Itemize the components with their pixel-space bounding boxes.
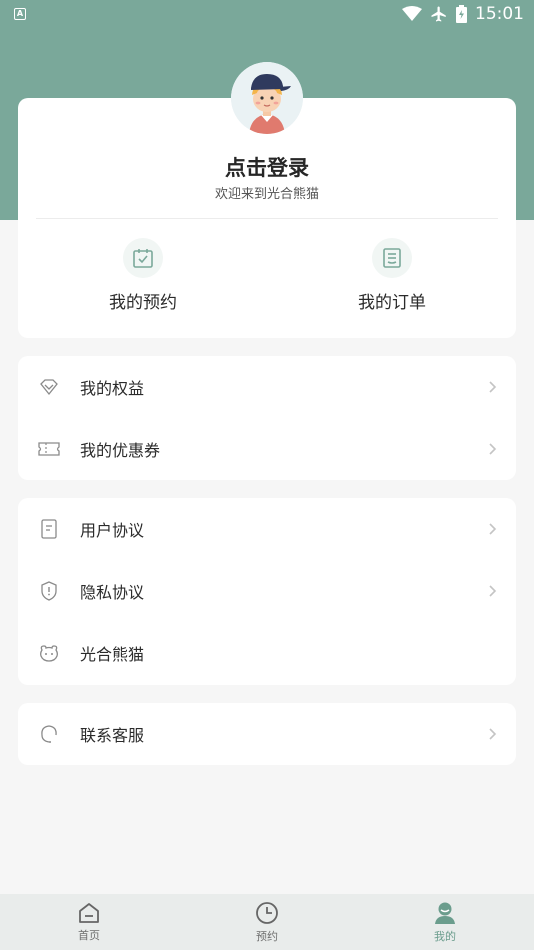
- bottom-nav: 首页 预约 我的: [0, 894, 534, 950]
- tab-appointments[interactable]: 预约: [178, 894, 356, 950]
- diamond-icon: [38, 376, 60, 398]
- menu-item-benefits[interactable]: 我的权益: [18, 356, 516, 418]
- home-icon: [79, 902, 99, 923]
- profile-card: 点击登录 欢迎来到光合熊猫 我的预约 我的订单: [18, 98, 516, 338]
- menu-label-coupons: 我的优惠券: [80, 441, 161, 460]
- my-orders-label: 我的订单: [358, 293, 426, 313]
- airplane-icon: [431, 6, 446, 22]
- agreements-group: 用户协议 隐私协议 光合熊猫: [18, 498, 516, 685]
- menu-item-user-agreement[interactable]: 用户协议: [18, 498, 516, 560]
- tab-home[interactable]: 首页: [0, 894, 178, 950]
- menu-item-about[interactable]: 光合熊猫: [18, 622, 516, 684]
- status-bar: A 15:01: [0, 0, 534, 28]
- clock-time: 15:01: [475, 4, 524, 24]
- menu-label-benefits: 我的权益: [80, 379, 145, 398]
- panda-icon: [38, 642, 60, 664]
- tab-mine-label: 我的: [434, 929, 456, 943]
- calendar-check-icon: [123, 238, 163, 278]
- headset-icon: [38, 723, 60, 745]
- menu-label-user-agreement: 用户协议: [80, 521, 145, 540]
- order-list-icon: [372, 238, 412, 278]
- tab-home-label: 首页: [78, 928, 100, 942]
- user-avatar-icon[interactable]: [231, 62, 303, 134]
- chevron-right-icon: [489, 443, 497, 455]
- my-orders-button[interactable]: 我的订单: [292, 238, 492, 313]
- menu-item-coupons[interactable]: 我的优惠券: [18, 418, 516, 480]
- clock-icon: [256, 901, 278, 924]
- chevron-right-icon: [489, 728, 497, 740]
- notification-a-icon: A: [14, 8, 26, 20]
- tab-appointments-label: 预约: [256, 929, 278, 943]
- login-title[interactable]: 点击登录: [18, 152, 516, 182]
- service-group: 联系客服: [18, 703, 516, 765]
- my-appointments-button[interactable]: 我的预约: [43, 238, 243, 313]
- shield-icon: [38, 580, 60, 602]
- chevron-right-icon: [489, 523, 497, 535]
- divider: [36, 218, 498, 219]
- menu-label-customer-service: 联系客服: [80, 726, 145, 745]
- document-icon: [38, 518, 60, 540]
- profile-icon: [435, 902, 455, 924]
- chevron-right-icon: [489, 585, 497, 597]
- chevron-right-icon: [489, 381, 497, 393]
- ticket-icon: [38, 438, 60, 460]
- my-appointments-label: 我的预约: [109, 293, 177, 313]
- battery-icon: [456, 5, 467, 23]
- wifi-icon: [402, 6, 422, 21]
- welcome-subtitle: 欢迎来到光合熊猫: [214, 187, 319, 202]
- benefits-group: 我的权益 我的优惠券: [18, 356, 516, 480]
- menu-item-customer-service[interactable]: 联系客服: [18, 703, 516, 765]
- menu-item-privacy-agreement[interactable]: 隐私协议: [18, 560, 516, 622]
- menu-label-about: 光合熊猫: [80, 645, 145, 664]
- tab-mine[interactable]: 我的: [356, 894, 534, 950]
- menu-label-privacy-agreement: 隐私协议: [80, 583, 145, 602]
